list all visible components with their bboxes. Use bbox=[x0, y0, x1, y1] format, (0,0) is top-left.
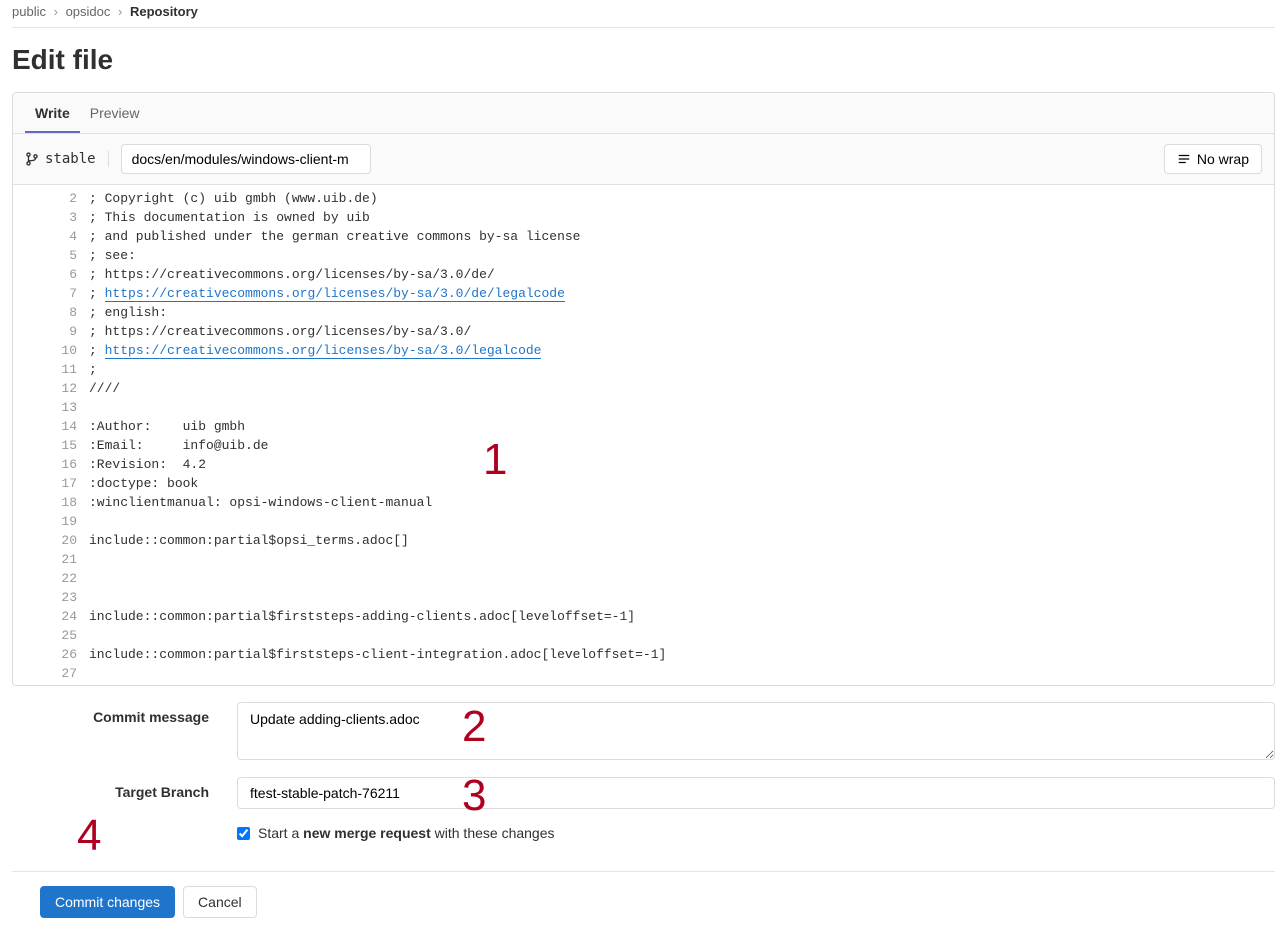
branch-icon bbox=[25, 152, 39, 166]
start-merge-request-checkbox[interactable] bbox=[237, 827, 250, 840]
target-branch-label: Target Branch bbox=[12, 777, 237, 800]
divider bbox=[12, 27, 1275, 28]
line-number-gutter: 2345678910111213141516171819202122232425… bbox=[13, 185, 89, 685]
chevron-right-icon: › bbox=[54, 4, 58, 19]
code-editor[interactable]: 2345678910111213141516171819202122232425… bbox=[13, 185, 1274, 685]
breadcrumb-link-opsidoc[interactable]: opsidoc bbox=[66, 4, 111, 19]
editor-toolbar: stable No wrap bbox=[13, 134, 1274, 185]
nowrap-button[interactable]: No wrap bbox=[1164, 144, 1262, 174]
branch-name: stable bbox=[45, 151, 96, 167]
tab-write[interactable]: Write bbox=[25, 93, 80, 133]
cancel-button[interactable]: Cancel bbox=[183, 886, 257, 918]
commit-message-input[interactable]: Update adding-clients.adoc bbox=[237, 702, 1275, 760]
commit-form: Commit message Update adding-clients.ado… bbox=[12, 686, 1275, 863]
breadcrumb-current: Repository bbox=[130, 4, 198, 19]
commit-message-label: Commit message bbox=[12, 702, 237, 725]
start-merge-request-label[interactable]: Start a new merge request with these cha… bbox=[258, 825, 555, 841]
page-title: Edit file bbox=[12, 44, 1275, 76]
annotation-4: 4 bbox=[77, 811, 101, 861]
target-branch-input[interactable] bbox=[237, 777, 1275, 809]
form-actions: Commit changes Cancel bbox=[12, 886, 1275, 934]
breadcrumb: public › opsidoc › Repository bbox=[12, 0, 1275, 27]
editor-tabs: Write Preview bbox=[13, 93, 1274, 134]
file-path-input[interactable] bbox=[121, 144, 371, 174]
nowrap-icon bbox=[1177, 152, 1191, 166]
divider bbox=[12, 871, 1275, 872]
commit-changes-button[interactable]: Commit changes bbox=[40, 886, 175, 918]
code-content[interactable]: ; Copyright (c) uib gmbh (www.uib.de); T… bbox=[89, 185, 1274, 685]
branch-indicator: stable bbox=[25, 151, 109, 167]
editor-panel: Write Preview stable No wrap bbox=[12, 92, 1275, 686]
breadcrumb-link-public[interactable]: public bbox=[12, 4, 46, 19]
chevron-right-icon: › bbox=[118, 4, 122, 19]
tab-preview[interactable]: Preview bbox=[80, 93, 150, 133]
